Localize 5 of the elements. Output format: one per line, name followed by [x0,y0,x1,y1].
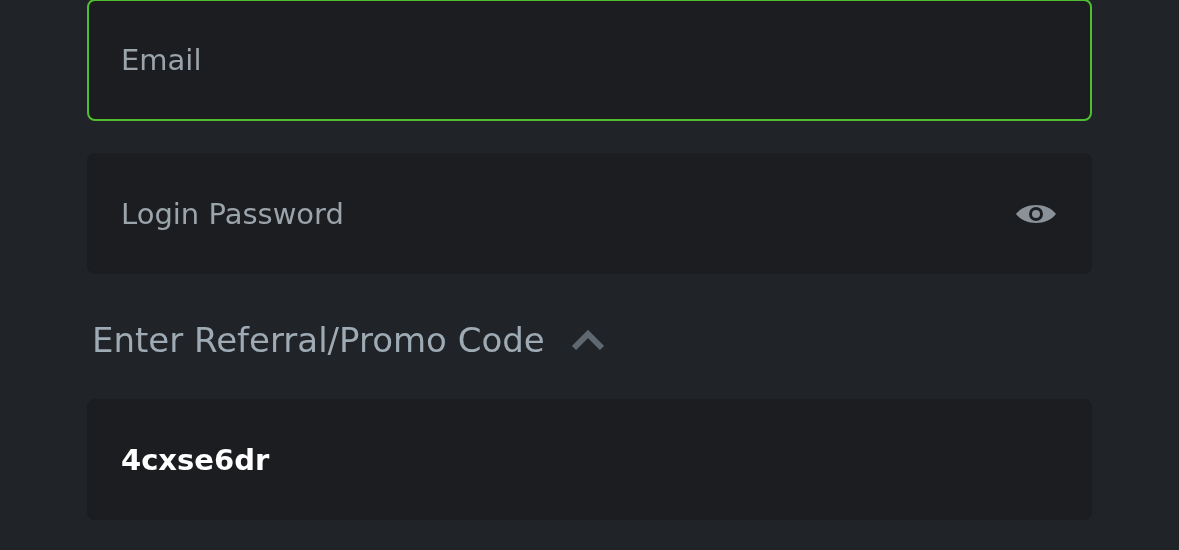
promo-code-field[interactable]: 4cxse6dr [87,399,1092,520]
referral-toggle[interactable]: Enter Referral/Promo Code [87,318,605,362]
email-field[interactable]: Email [87,0,1092,121]
caret-icon [570,329,605,351]
password-field[interactable]: Login Password [87,153,1092,274]
